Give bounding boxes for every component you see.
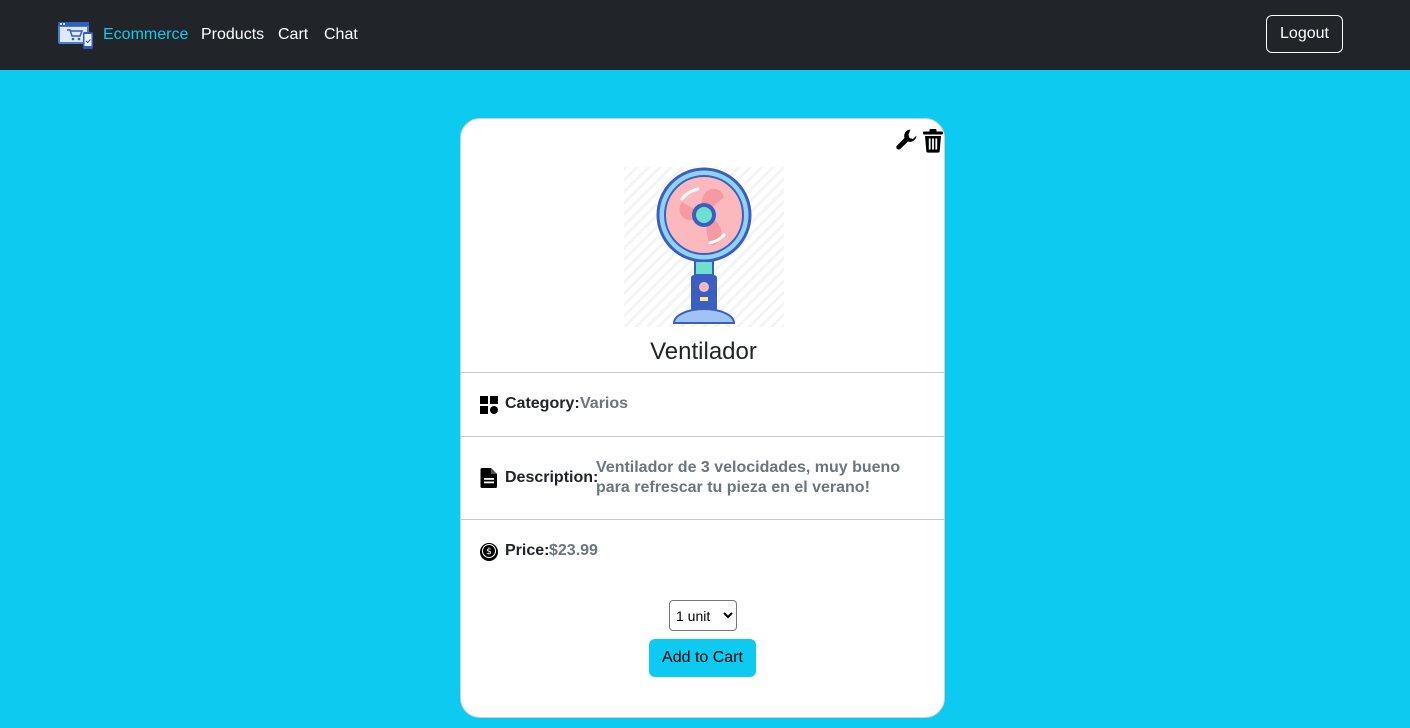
shop-logo-icon[interactable] xyxy=(57,19,94,49)
nav-link-products[interactable]: Products xyxy=(201,25,264,45)
brand-link[interactable]: Ecommerce xyxy=(103,25,188,45)
svg-text:$: $ xyxy=(486,547,492,557)
quantity-select[interactable]: 1 unit xyxy=(669,600,737,631)
divider xyxy=(461,519,944,520)
grid-icon xyxy=(480,396,498,414)
top-navbar: Ecommerce Products Cart Chat Logout xyxy=(0,0,1410,70)
category-value: Varios xyxy=(580,395,629,412)
product-title: Ventilador xyxy=(650,338,757,365)
price-value: $23.99 xyxy=(549,542,598,559)
document-icon xyxy=(480,468,497,488)
nav-link-chat[interactable]: Chat xyxy=(324,25,358,45)
product-card: Ventilador Category: Varios Description:… xyxy=(460,118,945,718)
price-label: Price: xyxy=(505,542,550,559)
coin-icon: $ xyxy=(480,543,498,561)
nav-link-cart[interactable]: Cart xyxy=(278,25,308,45)
description-label: Description: xyxy=(505,469,599,486)
divider xyxy=(461,372,944,373)
category-label: Category: xyxy=(505,395,580,412)
divider xyxy=(461,436,944,437)
add-to-cart-button[interactable]: Add to Cart xyxy=(649,639,756,677)
description-value: Ventilador de 3 velocidades, muy bueno p… xyxy=(596,459,901,496)
trash-icon[interactable] xyxy=(922,128,944,153)
wrench-icon[interactable] xyxy=(895,127,921,153)
logout-button[interactable]: Logout xyxy=(1266,15,1343,53)
fan-product-image xyxy=(624,167,784,327)
